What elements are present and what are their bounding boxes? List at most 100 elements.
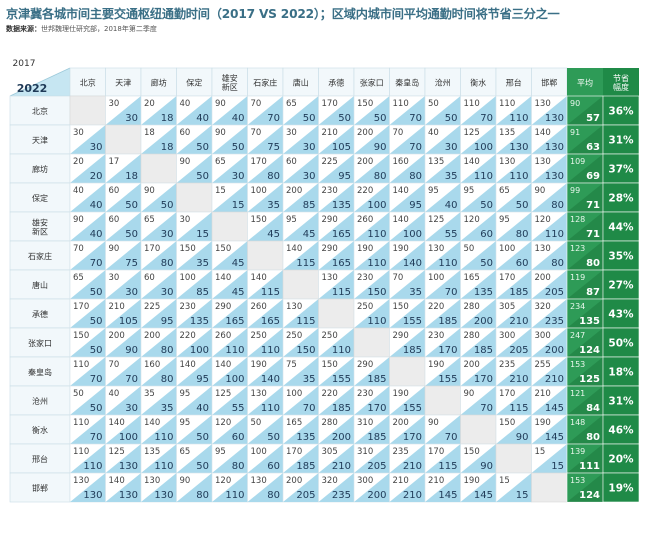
value-2022: 140: [403, 258, 422, 269]
value-2017: 150: [73, 331, 89, 341]
value-2022: 20: [90, 171, 103, 182]
value-2022: 50: [445, 113, 458, 124]
value-2022: 100: [190, 345, 209, 356]
column-header-label: 唐山: [293, 78, 309, 88]
matrix-cell: 220100: [176, 327, 213, 358]
matrix-cell: 65 50: [282, 95, 319, 126]
matrix-cell: [389, 356, 426, 387]
value-2017: 140: [109, 418, 125, 428]
matrix-cell: 15050: [353, 95, 390, 126]
avg-cell: 247 124: [566, 327, 604, 358]
value-2022: 130: [119, 490, 138, 501]
column-header-label: 邯郸: [541, 78, 557, 88]
matrix-cell: 300200: [353, 472, 390, 503]
value-2017: 210: [535, 389, 551, 399]
value-2017: 30: [109, 99, 120, 109]
value-2017: 130: [144, 476, 160, 486]
value-2017: 135: [144, 447, 160, 457]
value-2022: 145: [545, 432, 564, 443]
value-2017: 210: [428, 476, 444, 486]
empty-cell: [424, 385, 461, 416]
matrix-cell: 35 35: [140, 385, 177, 416]
value-2017: 300: [357, 476, 373, 486]
value-2022: 40: [196, 113, 209, 124]
value-2017: 125: [464, 128, 480, 138]
avg-2022: 111: [579, 461, 600, 472]
column-header-label: 衡水: [470, 78, 486, 88]
value-2022: 30: [303, 142, 316, 153]
matrix-cell: 10060: [495, 240, 532, 271]
matrix-cell: 75 35: [282, 356, 319, 387]
matrix-cell: 125130: [105, 443, 142, 474]
matrix-cell: 1515: [211, 182, 248, 213]
matrix-cell: 110110: [69, 443, 106, 474]
matrix-cell: 230170: [353, 385, 390, 416]
value-2022: 45: [303, 229, 316, 240]
avg-2022: 125: [579, 374, 600, 385]
value-2022: 95: [161, 316, 174, 327]
value-2022: 105: [119, 316, 138, 327]
value-2022: 18: [125, 171, 138, 182]
value-2017: 30: [286, 128, 297, 138]
value-2017: 15: [499, 476, 510, 486]
value-2022: 45: [232, 287, 245, 298]
matrix-cell: 120110: [211, 472, 248, 503]
matrix-cell: 17050: [69, 298, 106, 329]
matrix-cell: 30 30: [105, 269, 142, 300]
saving-pct: 20%: [608, 454, 634, 466]
value-2022: 80: [161, 345, 174, 356]
matrix-cell: 210145: [531, 385, 568, 416]
value-2017: 200: [109, 331, 125, 341]
value-2017: 65: [215, 157, 226, 167]
value-2022: 200: [332, 432, 351, 443]
empty-cell: [69, 95, 106, 126]
value-2022: 85: [303, 200, 316, 211]
avg-2017: 234: [570, 302, 585, 311]
value-2017: 65: [144, 215, 155, 225]
value-2017: 250: [357, 302, 373, 312]
matrix-cell: 1718: [105, 153, 142, 184]
avg-2017: 148: [570, 418, 585, 427]
commute-time-table: 20172022 北京 天津 廊坊 保定 雄安新区 石家庄 唐山 承德 张家口 秦皇岛 沧州 衡水 邢台邯…: [9, 59, 640, 503]
value-2017: 150: [251, 215, 267, 225]
value-2017: 140: [215, 273, 231, 283]
value-2022: 155: [332, 374, 351, 385]
avg-2017: 153: [570, 476, 585, 485]
value-2022: 50: [480, 200, 493, 211]
matrix-cell: 50 50: [247, 414, 284, 445]
value-2017: 230: [357, 273, 373, 283]
value-2017: 170: [428, 447, 444, 457]
value-2022: 170: [367, 403, 386, 414]
matrix-cell: 60 50: [105, 211, 142, 242]
value-2017: 225: [322, 157, 338, 167]
value-2022: 40: [232, 113, 245, 124]
value-2017: 190: [428, 360, 444, 370]
value-2017: 120: [535, 215, 551, 225]
value-2017: 250: [286, 331, 302, 341]
empty-cell: [140, 153, 177, 184]
avg-2017: 128: [570, 215, 585, 224]
value-2017: 70: [393, 128, 404, 138]
value-2017: 150: [499, 418, 515, 428]
value-2022: 130: [545, 113, 564, 124]
value-2017: 110: [73, 360, 89, 370]
matrix-cell: 310185: [353, 414, 390, 445]
value-2022: 100: [225, 374, 244, 385]
avg-cell: 91 63: [566, 124, 604, 155]
value-2017: 130: [251, 389, 267, 399]
value-2022: 165: [332, 229, 351, 240]
value-2017: 290: [215, 302, 231, 312]
value-2017: 75: [286, 360, 297, 370]
matrix-cell: 11070: [389, 95, 426, 126]
value-2022: 70: [90, 258, 103, 269]
value-2017: 190: [251, 360, 267, 370]
saving-pct: 43%: [608, 309, 634, 321]
matrix-cell: 15035: [176, 240, 213, 271]
value-2017: 255: [535, 360, 551, 370]
value-2022: 205: [367, 461, 386, 472]
value-2022: 150: [296, 345, 315, 356]
matrix-cell: 12060: [460, 211, 497, 242]
matrix-cell: 13080: [247, 472, 284, 503]
matrix-cell: 130110: [495, 153, 532, 184]
value-2022: 30: [445, 142, 458, 153]
